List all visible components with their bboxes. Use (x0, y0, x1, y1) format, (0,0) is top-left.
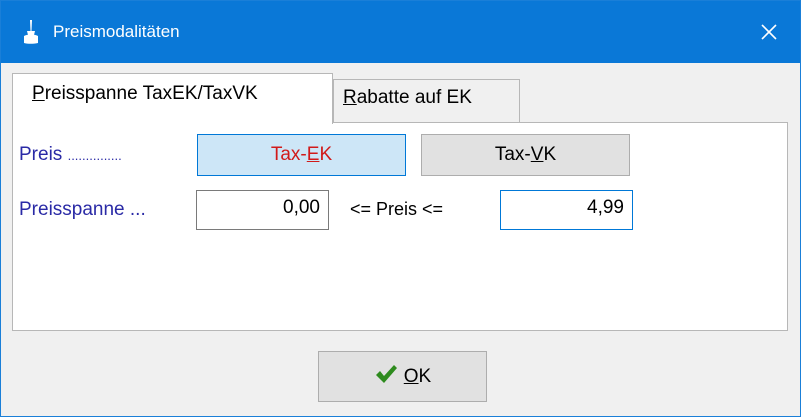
title-bar[interactable]: Preismodalitäten (1, 1, 800, 63)
tax-ek-pre: Tax- (270, 144, 307, 165)
ok-label: OK (404, 366, 431, 388)
price-label-dots: ............... (67, 148, 122, 163)
close-button[interactable] (738, 1, 800, 63)
tab-mnemonic: R (343, 87, 357, 108)
ok-rest: K (418, 365, 432, 387)
tab-label: abatte auf EK (356, 87, 472, 108)
ok-button[interactable]: OK (318, 351, 487, 402)
price-label: Preis ............... (19, 144, 122, 166)
tax-vk-mnemonic: V (530, 144, 544, 165)
tab-mnemonic: P (32, 83, 45, 104)
tax-ek-button[interactable]: Tax- E K (197, 134, 406, 176)
close-icon (760, 23, 778, 41)
tax-vk-button[interactable]: Tax- V K (421, 134, 630, 176)
range-label: Preisspanne ... (19, 199, 146, 220)
dialog-window: Preismodalitäten Preisspanne TaxEK/TaxVK… (0, 0, 801, 417)
price-label-text: Preis (19, 144, 63, 165)
tax-ek-mnemonic: E (306, 144, 320, 165)
checkmark-icon (374, 363, 398, 391)
ok-mnemonic: O (403, 365, 419, 387)
price-to-field[interactable]: 4,99 (500, 190, 633, 230)
tab-label: reisspanne TaxEK/TaxVK (44, 83, 258, 104)
tax-vk-post: K (543, 144, 557, 165)
tab-rabatte[interactable]: Rabatte auf EK (333, 79, 520, 122)
tab-preisspanne[interactable]: Preisspanne TaxEK/TaxVK (12, 73, 333, 124)
paintbrush-icon (19, 19, 41, 45)
tax-ek-post: K (319, 144, 333, 165)
window-title: Preismodalitäten (53, 22, 180, 41)
price-from-field[interactable]: 0,00 (196, 190, 329, 230)
tax-vk-pre: Tax- (494, 144, 531, 165)
between-text: <= Preis <= (350, 199, 444, 219)
